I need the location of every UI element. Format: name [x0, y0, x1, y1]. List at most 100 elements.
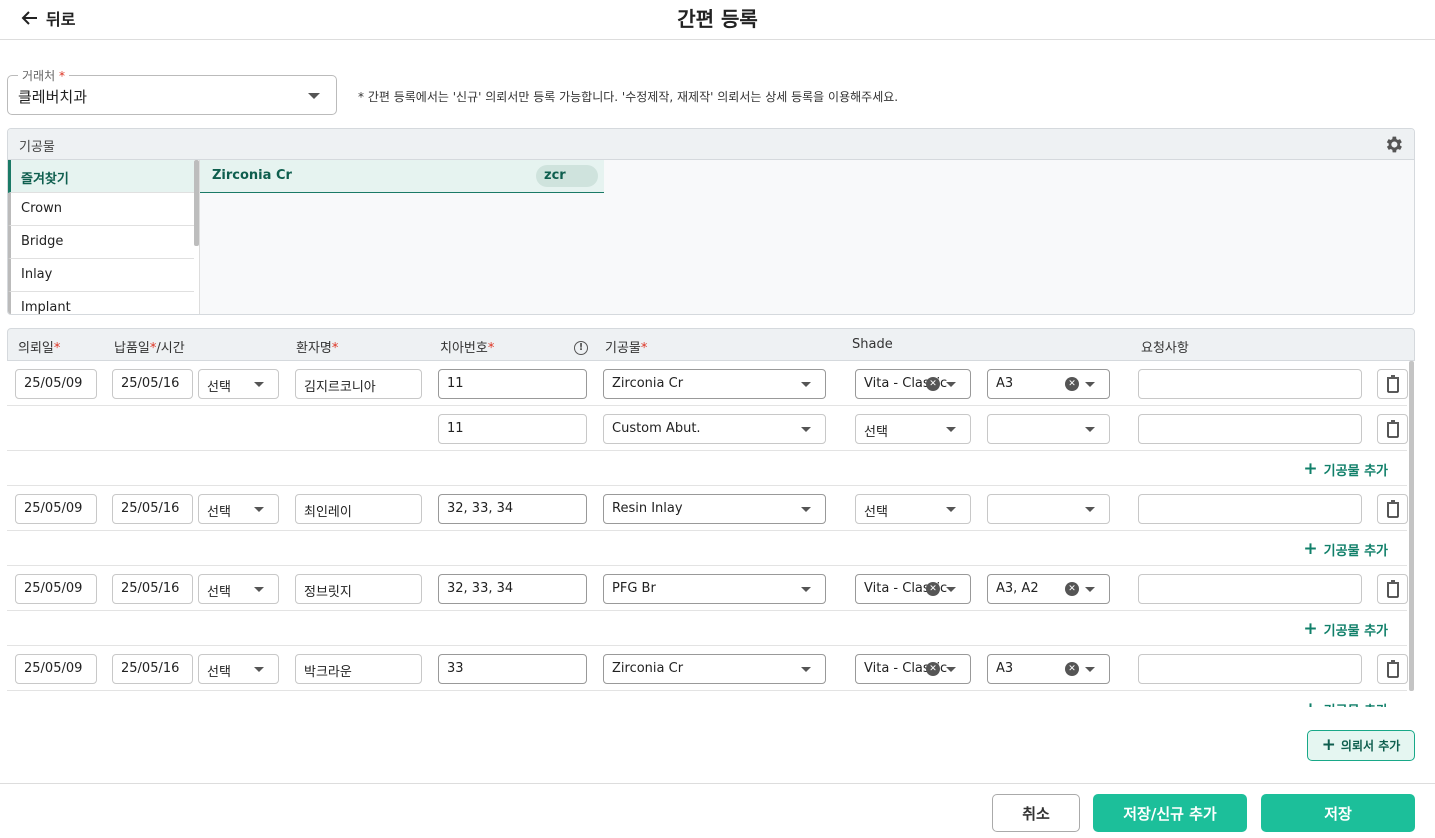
save-button[interactable]: 저장: [1261, 794, 1415, 832]
delete-button[interactable]: [1377, 414, 1408, 444]
notice-text: * 간편 등록에서는 '신규' 의뢰서만 등록 가능합니다. '수정제작, 재제…: [358, 90, 899, 104]
request-date-input[interactable]: 25/05/09: [15, 574, 97, 604]
tooth-input[interactable]: 32, 33, 34: [438, 494, 587, 524]
tooth-input[interactable]: 11: [438, 414, 587, 444]
time-select[interactable]: 선택: [198, 574, 279, 604]
info-icon[interactable]: !: [574, 341, 588, 355]
chevron-down-icon: [308, 93, 320, 99]
chevron-down-icon: [801, 507, 811, 512]
product-item-zirconia[interactable]: Zirconia Cr zcr: [200, 160, 604, 193]
product-select[interactable]: PFG Br: [603, 574, 826, 604]
trash-icon: [1386, 500, 1399, 518]
category-item-favorites[interactable]: 즐겨찾기: [8, 160, 194, 193]
request-date-input[interactable]: 25/05/09: [15, 654, 97, 684]
request-note-input[interactable]: [1138, 574, 1362, 604]
time-select[interactable]: 선택: [198, 654, 279, 684]
add-product-button[interactable]: +기공물 추가: [1303, 539, 1388, 560]
product-select[interactable]: Zirconia Cr: [603, 369, 826, 399]
clear-icon[interactable]: ✕: [1065, 377, 1079, 391]
add-request-label: 의뢰서 추가: [1340, 739, 1401, 753]
table-row: 11 Custom Abut. 선택: [7, 406, 1408, 451]
back-label: 뒤로: [46, 10, 76, 29]
patient-input[interactable]: 박크라운: [295, 654, 422, 684]
request-note-input[interactable]: [1138, 654, 1362, 684]
request-note-input[interactable]: [1138, 414, 1362, 444]
chevron-down-icon: [801, 382, 811, 387]
delivery-date-input[interactable]: 25/05/16: [112, 494, 193, 524]
add-product-button[interactable]: +기공물 추가: [1303, 460, 1388, 480]
plus-icon: +: [1321, 735, 1336, 755]
table-row: 25/05/09 25/05/16 선택 김지르코니아 11 Zirconia …: [7, 361, 1408, 406]
category-item-bridge[interactable]: Bridge: [8, 226, 194, 259]
add-request-button[interactable]: + 의뢰서 추가: [1307, 730, 1415, 761]
chevron-down-icon: [1085, 587, 1095, 592]
patient-input[interactable]: 김지르코니아: [295, 369, 422, 399]
panel-header: 기공물: [8, 129, 1414, 160]
patient-input[interactable]: 최인레이: [295, 494, 422, 524]
product-select[interactable]: Resin Inlay: [603, 494, 826, 524]
tooth-input[interactable]: 32, 33, 34: [438, 574, 587, 604]
category-item-inlay[interactable]: Inlay: [8, 259, 194, 292]
shade-system-select[interactable]: Vita - Classic ✕: [855, 654, 971, 684]
shade-system-select[interactable]: Vita - Classic ✕: [855, 574, 971, 604]
add-product-button[interactable]: +기공물 추가: [1303, 700, 1388, 708]
delete-button[interactable]: [1377, 494, 1408, 524]
category-item-implant[interactable]: Implant: [8, 292, 194, 314]
product-items-area: Zirconia Cr zcr: [199, 160, 1414, 314]
delivery-date-input[interactable]: 25/05/16: [112, 369, 193, 399]
client-label: 거래처 *: [18, 67, 69, 84]
top-bar: 간편 등록 뒤로: [0, 0, 1435, 40]
request-date-input[interactable]: 25/05/09: [15, 494, 97, 524]
delivery-date-input[interactable]: 25/05/16: [112, 654, 193, 684]
delivery-date-input[interactable]: 25/05/16: [112, 574, 193, 604]
chevron-down-icon: [1085, 667, 1095, 672]
request-date-input[interactable]: 25/05/09: [15, 369, 97, 399]
product-code-badge: zcr: [536, 165, 598, 187]
header-request: 요청사항: [1141, 341, 1189, 356]
time-select[interactable]: 선택: [198, 494, 279, 524]
clear-icon[interactable]: ✕: [926, 582, 940, 596]
add-product-row: +기공물 추가: [7, 451, 1407, 486]
gear-icon[interactable]: [1383, 134, 1404, 159]
shade-select[interactable]: [987, 414, 1110, 444]
plus-icon: +: [1303, 539, 1318, 559]
trash-icon: [1386, 660, 1399, 678]
cancel-button[interactable]: 취소: [992, 794, 1080, 832]
add-product-button[interactable]: +기공물 추가: [1303, 620, 1388, 640]
request-note-input[interactable]: [1138, 369, 1362, 399]
shade-select[interactable]: [987, 494, 1110, 524]
table-header: 의뢰일* 납품일*/시간 환자명* 치아번호* ! 기공물* Shade 요청사…: [7, 328, 1415, 361]
delete-button[interactable]: [1377, 654, 1408, 684]
patient-input[interactable]: 정브릿지: [295, 574, 422, 604]
clear-icon[interactable]: ✕: [926, 662, 940, 676]
product-select[interactable]: Custom Abut.: [603, 414, 826, 444]
shade-system-select[interactable]: 선택: [855, 494, 971, 524]
shade-select[interactable]: A3 ✕: [987, 654, 1110, 684]
shade-system-select[interactable]: 선택: [855, 414, 971, 444]
shade-system-select[interactable]: Vita - Classic ✕: [855, 369, 971, 399]
product-select[interactable]: Zirconia Cr: [603, 654, 826, 684]
chevron-down-icon: [946, 427, 956, 432]
shade-select[interactable]: A3, A2 ✕: [987, 574, 1110, 604]
header-tooth: 치아번호*: [440, 341, 495, 356]
add-product-row: +기공물 추가: [7, 531, 1407, 566]
time-select[interactable]: 선택: [198, 369, 279, 399]
table-scrollbar[interactable]: [1409, 361, 1414, 691]
client-select[interactable]: 거래처 * 클레버치과: [7, 67, 337, 115]
chevron-down-icon: [1085, 507, 1095, 512]
chevron-down-icon: [946, 507, 956, 512]
header-shade: Shade: [852, 337, 893, 352]
category-item-crown[interactable]: Crown: [8, 193, 194, 226]
shade-select[interactable]: A3 ✕: [987, 369, 1110, 399]
header-product: 기공물*: [605, 341, 648, 356]
clear-icon[interactable]: ✕: [1065, 582, 1079, 596]
tooth-input[interactable]: 11: [438, 369, 587, 399]
delete-button[interactable]: [1377, 574, 1408, 604]
clear-icon[interactable]: ✕: [926, 377, 940, 391]
clear-icon[interactable]: ✕: [1065, 662, 1079, 676]
back-button[interactable]: 뒤로: [20, 6, 75, 30]
save-and-new-button[interactable]: 저장/신규 추가: [1093, 794, 1247, 832]
delete-button[interactable]: [1377, 369, 1408, 399]
tooth-input[interactable]: 33: [438, 654, 587, 684]
request-note-input[interactable]: [1138, 494, 1362, 524]
